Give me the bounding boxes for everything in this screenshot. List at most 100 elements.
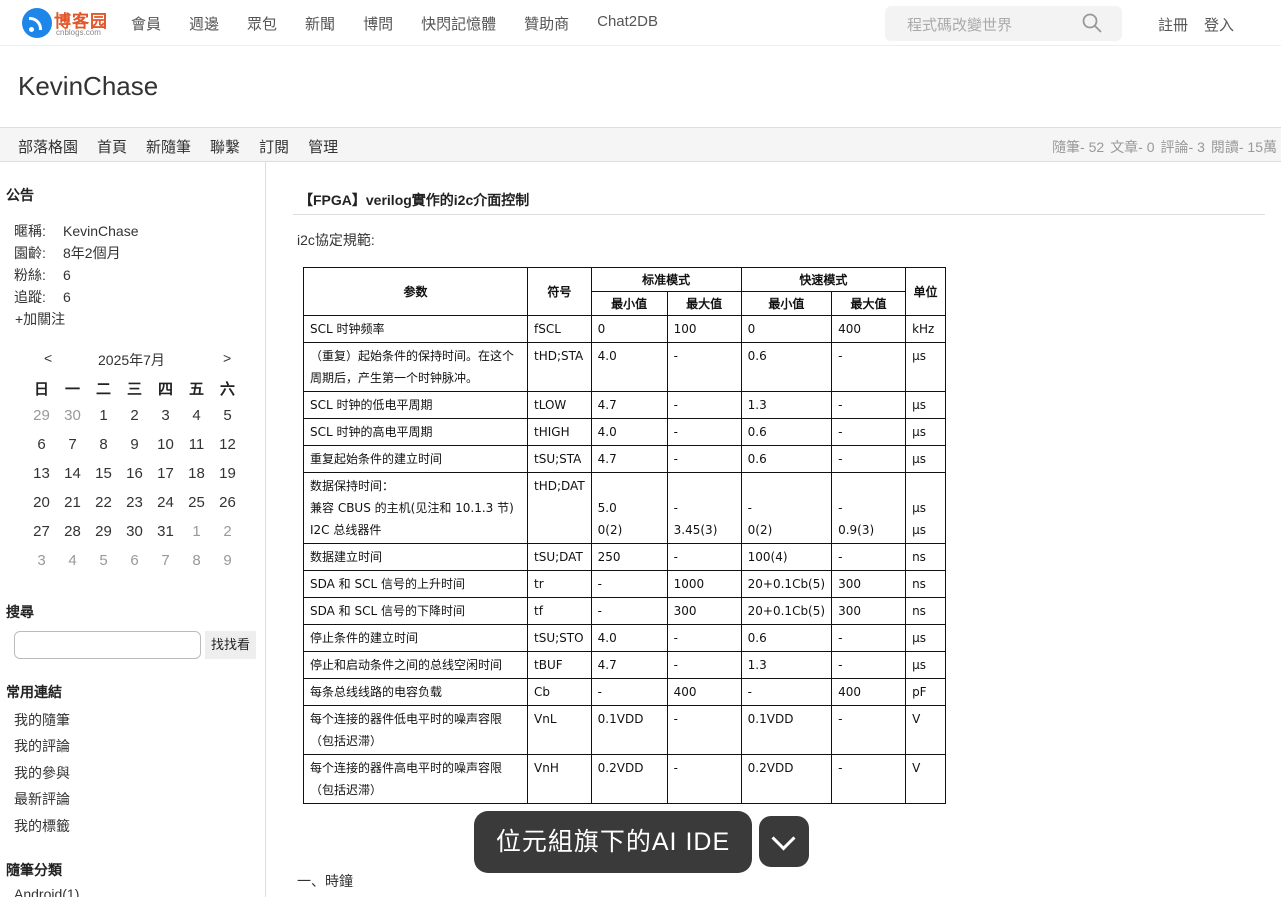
table-row: 每个连接的器件低电平时的噪声容限（包括迟滞） VnL 0.1VDD -0.1VDD - V: [303, 705, 947, 755]
table-row: SCL 时钟的高电平周期 tHIGH 4.0-0.6- μs: [303, 418, 947, 446]
nav-qa[interactable]: 博問: [363, 13, 393, 34]
blog-nav-subscribe[interactable]: 訂閱: [259, 136, 289, 157]
calendar-day[interactable]: 15: [88, 465, 119, 482]
profile-value[interactable]: 6: [63, 289, 71, 305]
sidebar-search-input[interactable]: [14, 631, 201, 659]
calendar-next-button[interactable]: >: [223, 350, 231, 366]
nav-chat2db[interactable]: Chat2DB: [597, 13, 658, 34]
calendar-day[interactable]: 6: [26, 436, 57, 453]
blog-nav-new-post[interactable]: 新隨筆: [146, 136, 191, 157]
symbol-cell: tHIGH: [527, 418, 592, 446]
calendar-day[interactable]: 4: [57, 552, 88, 569]
register-link[interactable]: 註冊: [1158, 14, 1188, 35]
logo-icon: [22, 8, 52, 38]
calendar-day[interactable]: 26: [212, 494, 243, 511]
link-latest-comments[interactable]: 最新評論: [14, 789, 70, 809]
blog-nav-contact[interactable]: 聯繫: [210, 136, 240, 157]
post-title[interactable]: 【FPGA】verilog實作的i2c介面控制: [299, 190, 529, 210]
calendar-day[interactable]: 9: [119, 436, 150, 453]
link-my-tags[interactable]: 我的標籤: [14, 816, 70, 836]
std-min-cell: 5.0 0(2): [590, 472, 668, 544]
calendar-day[interactable]: 3: [26, 552, 57, 569]
blog-nav: 部落格園 首頁 新隨筆 聯繫 訂閱 管理 隨筆- 52 文章- 0 評論- 3 閱讀-…: [0, 127, 1281, 162]
header-fast-max: 最大值: [831, 291, 907, 316]
calendar-weekday: 四: [157, 381, 173, 398]
profile-value[interactable]: 6: [63, 267, 71, 283]
nav-merch[interactable]: 週邊: [189, 13, 219, 34]
calendar-day[interactable]: 29: [88, 523, 119, 540]
follow-button[interactable]: +加關注: [15, 309, 65, 329]
fast-max-cell: -: [831, 754, 907, 804]
fast-max-cell: -: [831, 418, 907, 446]
search-input[interactable]: 程式碼改變世界: [907, 14, 1012, 35]
std-max-cell: -: [666, 754, 742, 804]
blog-nav-manage[interactable]: 管理: [308, 136, 338, 157]
calendar-day[interactable]: 9: [212, 552, 243, 569]
calendar-day[interactable]: 21: [57, 494, 88, 511]
nav-crowdsource[interactable]: 眾包: [247, 13, 277, 34]
calendar-day[interactable]: 28: [57, 523, 88, 540]
calendar-day[interactable]: 31: [150, 523, 181, 540]
calendar-day[interactable]: 7: [150, 552, 181, 569]
site-search-box[interactable]: 程式碼改變世界: [885, 6, 1122, 41]
calendar-prev-button[interactable]: <: [44, 350, 52, 366]
calendar-day[interactable]: 6: [119, 552, 150, 569]
calendar-day[interactable]: 25: [181, 494, 212, 511]
profile-value[interactable]: KevinChase: [63, 223, 139, 239]
category-item[interactable]: Android(1): [14, 886, 79, 897]
nav-sponsor[interactable]: 贊助商: [524, 13, 569, 34]
link-my-posts[interactable]: 我的隨筆: [14, 710, 70, 730]
search-icon[interactable]: [1082, 13, 1102, 33]
site-logo[interactable]: 博客园 cnblogs.com: [22, 7, 112, 41]
calendar-day[interactable]: 13: [26, 465, 57, 482]
chevron-down-icon[interactable]: [759, 816, 809, 867]
calendar-day[interactable]: 27: [26, 523, 57, 540]
calendar-day[interactable]: 10: [150, 436, 181, 453]
symbol-cell: tHD;STA: [527, 342, 592, 392]
calendar-day[interactable]: 24: [150, 494, 181, 511]
calendar-day[interactable]: 5: [212, 407, 243, 424]
profile-value[interactable]: 8年2個月: [63, 245, 121, 261]
calendar-day[interactable]: 8: [88, 436, 119, 453]
link-my-participation[interactable]: 我的參與: [14, 763, 70, 783]
calendar-day[interactable]: 5: [88, 552, 119, 569]
calendar-day[interactable]: 2: [119, 407, 150, 424]
header-fast-mode: 快速模式: [740, 267, 907, 292]
calendar-day[interactable]: 3: [150, 407, 181, 424]
nav-member[interactable]: 會員: [131, 13, 161, 34]
calendar-day[interactable]: 18: [181, 465, 212, 482]
ad-banner[interactable]: 位元組旗下的AI IDE: [474, 811, 752, 873]
nav-flash[interactable]: 快閃記憶體: [421, 13, 496, 34]
calendar-day[interactable]: 1: [88, 407, 119, 424]
calendar-day[interactable]: 16: [119, 465, 150, 482]
calendar-day[interactable]: 30: [57, 407, 88, 424]
blog-nav-home[interactable]: 首頁: [97, 136, 127, 157]
link-my-comments[interactable]: 我的評論: [14, 736, 70, 756]
calendar-day[interactable]: 19: [212, 465, 243, 482]
nav-news[interactable]: 新聞: [305, 13, 335, 34]
calendar-day[interactable]: 29: [26, 407, 57, 424]
calendar-day[interactable]: 12: [212, 436, 243, 453]
blog-nav-home-site[interactable]: 部落格園: [18, 136, 78, 157]
calendar-day[interactable]: 14: [57, 465, 88, 482]
calendar-day[interactable]: 8: [181, 552, 212, 569]
sidebar: 公告 暱稱: KevinChase 園齡: 8年2個月 粉絲: 6 追蹤: 6 +加關注…: [0, 162, 266, 897]
calendar-day[interactable]: 22: [88, 494, 119, 511]
calendar-day[interactable]: 20: [26, 494, 57, 511]
param-cell: SCL 时钟频率: [303, 315, 528, 343]
login-link[interactable]: 登入: [1204, 14, 1234, 35]
calendar-day[interactable]: 1: [181, 523, 212, 540]
fast-max-cell: -: [831, 624, 907, 652]
calendar-day[interactable]: 23: [119, 494, 150, 511]
std-max-cell: 100: [666, 315, 742, 343]
blog-title[interactable]: KevinChase: [18, 71, 158, 102]
calendar-day[interactable]: 4: [181, 407, 212, 424]
calendar-day[interactable]: 7: [57, 436, 88, 453]
calendar-day[interactable]: 2: [212, 523, 243, 540]
symbol-cell: VnH: [527, 754, 592, 804]
calendar-day[interactable]: 11: [181, 436, 212, 453]
sidebar-search-button[interactable]: 找找看: [205, 631, 256, 659]
calendar-day[interactable]: 30: [119, 523, 150, 540]
calendar-day[interactable]: 17: [150, 465, 181, 482]
calendar-weekday: 五: [188, 381, 204, 398]
